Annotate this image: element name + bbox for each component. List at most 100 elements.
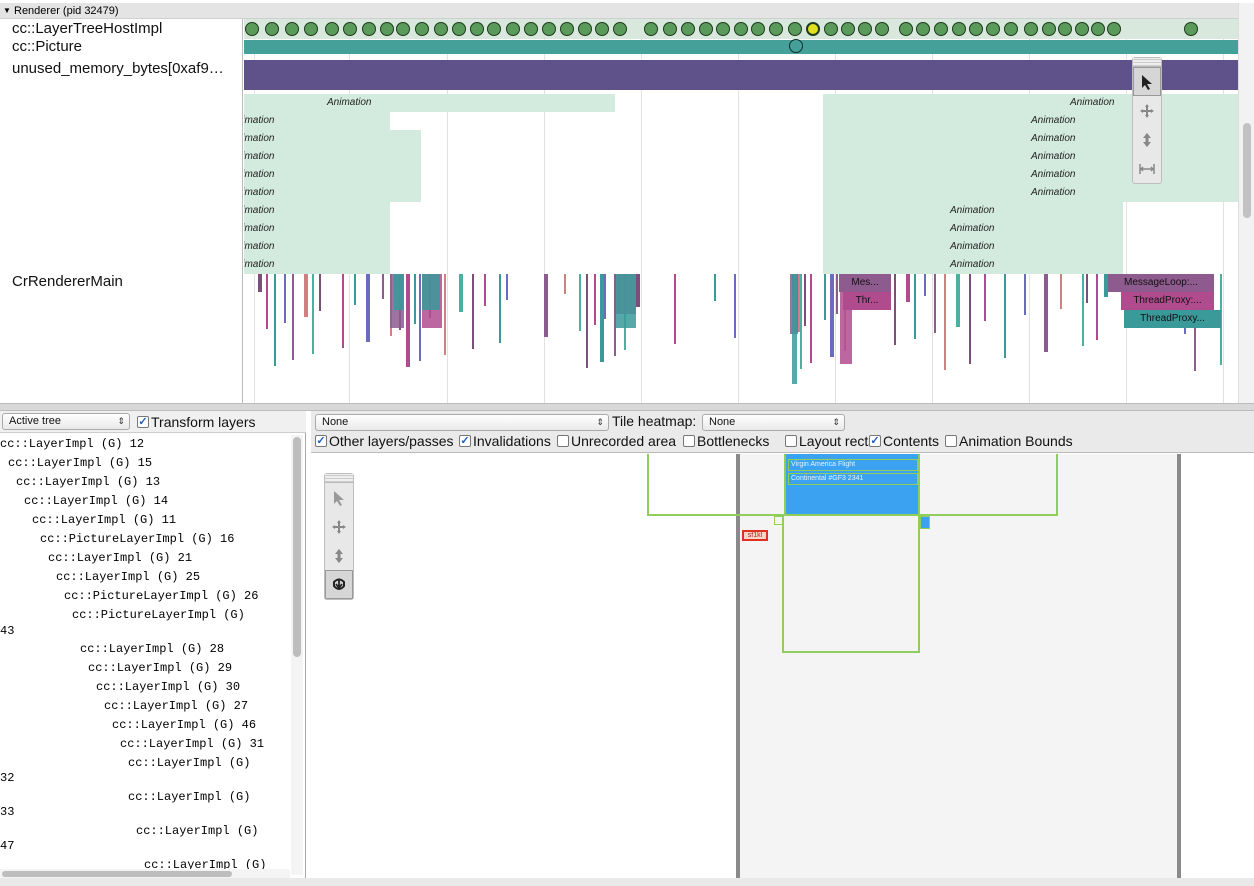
timeline-vertical-scrollbar[interactable] <box>1238 3 1254 403</box>
layer-tree[interactable]: cc::LayerImpl (G) 12 cc::LayerImpl (G) 15… <box>0 435 290 880</box>
selection-tool-icon[interactable] <box>325 483 353 512</box>
trace-slice[interactable] <box>382 274 384 299</box>
trace-slice[interactable] <box>1024 274 1026 315</box>
trace-slice[interactable] <box>604 274 606 319</box>
snapshot-dot[interactable] <box>595 22 609 36</box>
trace-slice[interactable] <box>969 274 971 364</box>
snapshot-dot[interactable] <box>699 22 713 36</box>
trace-slice[interactable] <box>414 274 416 324</box>
trace-slice[interactable] <box>836 274 838 314</box>
trace-slice[interactable] <box>636 274 640 307</box>
snapshot-dot[interactable] <box>380 22 394 36</box>
snapshot-dot[interactable] <box>245 22 259 36</box>
snapshot-dot[interactable] <box>1075 22 1089 36</box>
checkbox-unchecked-icon[interactable] <box>785 435 797 447</box>
snapshot-dot[interactable] <box>1107 22 1121 36</box>
snapshot-dot[interactable] <box>1024 22 1038 36</box>
snapshot-dot[interactable] <box>1058 22 1072 36</box>
trace-slice[interactable] <box>579 274 581 331</box>
trace-slice[interactable] <box>406 274 410 367</box>
trace-slice[interactable] <box>366 274 370 342</box>
checkbox-checked-icon[interactable]: ✓ <box>315 435 327 447</box>
trace-slice[interactable] <box>419 274 421 361</box>
trace-slice[interactable] <box>914 274 916 339</box>
tree-item-id-wrap[interactable]: 43 <box>0 624 14 638</box>
snapshot-dot[interactable] <box>362 22 376 36</box>
trace-slice[interactable] <box>284 274 286 323</box>
trace-slice[interactable] <box>1096 274 1098 340</box>
snapshot-dot[interactable] <box>681 22 695 36</box>
snapshot-dot[interactable] <box>343 22 357 36</box>
snapshot-dot[interactable] <box>396 22 410 36</box>
option-contents-checkbox[interactable]: ✓ Contents <box>869 433 939 449</box>
trace-slice[interactable] <box>472 274 474 349</box>
trace-slice[interactable] <box>804 274 806 326</box>
trace-slice[interactable] <box>484 274 486 306</box>
snapshot-dot[interactable] <box>1091 22 1105 36</box>
track-label-unused-memory[interactable]: unused_memory_bytes[0xaf9… <box>12 60 240 77</box>
snapshot-dot[interactable] <box>899 22 913 36</box>
snapshot-dot[interactable] <box>788 22 802 36</box>
page-horizontal-scrollbar[interactable] <box>0 878 1254 886</box>
selection-tool-icon[interactable] <box>1133 67 1161 96</box>
tree-item[interactable]: cc::LayerImpl (G) 13 <box>16 475 160 489</box>
trace-slice[interactable] <box>616 274 636 328</box>
checkbox-unchecked-icon[interactable] <box>683 435 695 447</box>
snapshot-dot[interactable] <box>952 22 966 36</box>
tree-item[interactable]: cc::LayerImpl (G) 12 <box>0 437 144 451</box>
option-animation-bounds-checkbox[interactable]: Animation Bounds <box>945 433 1073 449</box>
snapshot-dot[interactable] <box>769 22 783 36</box>
tree-item[interactable]: cc::LayerImpl (G) 30 <box>96 680 240 694</box>
trace-slice[interactable] <box>924 274 926 296</box>
tree-item-id-wrap[interactable]: 32 <box>0 771 14 785</box>
snapshot-dot[interactable] <box>325 22 339 36</box>
tree-item[interactable]: cc::LayerImpl (G) <box>128 790 250 804</box>
snapshot-dot[interactable] <box>663 22 677 36</box>
tree-item[interactable]: cc::LayerImpl (G) 46 <box>112 718 256 732</box>
tree-item[interactable]: cc::LayerImpl (G) 11 <box>32 513 176 527</box>
snapshot-dot[interactable] <box>644 22 658 36</box>
track-label-picture[interactable]: cc::Picture <box>12 38 242 55</box>
trace-slice[interactable] <box>319 274 321 311</box>
snapshot-dot[interactable] <box>824 22 838 36</box>
tree-item[interactable]: cc::LayerImpl (G) 21 <box>48 551 192 565</box>
trace-slice[interactable] <box>894 274 896 345</box>
option-unrecorded-area-checkbox[interactable]: Unrecorded area <box>557 433 676 449</box>
trace-slice[interactable] <box>444 274 446 355</box>
trace-slice[interactable] <box>824 274 826 320</box>
timing-tool-icon[interactable] <box>1133 154 1161 183</box>
rotate-tool-icon[interactable] <box>325 570 353 599</box>
trace-slice[interactable] <box>258 274 262 292</box>
snapshot-dot[interactable] <box>578 22 592 36</box>
trace-slice[interactable] <box>342 274 344 348</box>
picture-snapshot-dot[interactable] <box>789 39 803 53</box>
snapshot-dot[interactable] <box>1042 22 1056 36</box>
transform-layers-checkbox[interactable]: ✓ Transform layers <box>137 414 256 430</box>
unused-memory-counter[interactable] <box>244 60 1238 90</box>
snapshot-dot[interactable] <box>524 22 538 36</box>
trace-slice[interactable] <box>459 274 463 312</box>
snapshot-dot[interactable] <box>751 22 765 36</box>
selected-snapshot-dot[interactable] <box>806 22 820 36</box>
trace-slice[interactable] <box>906 274 910 302</box>
snapshot-dot[interactable] <box>506 22 520 36</box>
collapse-triangle-icon[interactable]: ▼ <box>3 3 11 19</box>
trace-slice[interactable] <box>830 274 834 357</box>
trace-slice[interactable] <box>312 274 314 354</box>
tree-item[interactable]: cc::LayerImpl (G) <box>136 824 258 838</box>
trace-slice[interactable] <box>674 274 676 344</box>
trace-slice[interactable] <box>984 274 986 321</box>
trace-slice[interactable] <box>1086 274 1088 303</box>
tile-heatmap-select[interactable]: None ⇕ <box>702 414 845 431</box>
snapshot-dot[interactable] <box>916 22 930 36</box>
checkbox-checked-icon[interactable]: ✓ <box>459 435 471 447</box>
layer-canvas[interactable]: Virgin America Flight Continental #GF3 2… <box>311 454 1254 886</box>
tree-item[interactable]: cc::LayerImpl (G) 28 <box>80 642 224 656</box>
checkbox-checked-icon[interactable]: ✓ <box>137 416 149 428</box>
option-bottlenecks-checkbox[interactable]: Bottlenecks <box>683 433 769 449</box>
zoom-tool-icon[interactable] <box>325 541 353 570</box>
tree-item[interactable]: cc::LayerImpl (G) 14 <box>24 494 168 508</box>
palette-drag-handle[interactable] <box>325 474 353 483</box>
trace-slice[interactable] <box>792 274 797 384</box>
trace-slice[interactable] <box>800 274 802 369</box>
